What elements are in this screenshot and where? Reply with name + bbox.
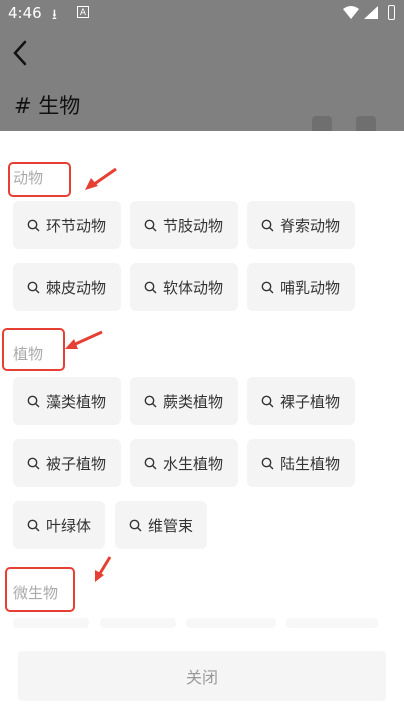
search-icon bbox=[261, 219, 274, 231]
search-icon bbox=[144, 457, 157, 469]
tag-chip-label: 蕨类植物 bbox=[163, 392, 224, 411]
tag-chip-label: 哺乳动物 bbox=[280, 278, 341, 297]
wifi-icon bbox=[343, 6, 359, 19]
search-icon bbox=[261, 281, 274, 293]
annotation-arrow-icon bbox=[95, 556, 112, 582]
tag-chip[interactable]: 脊索动物 bbox=[247, 201, 355, 249]
tag-chip-placeholder bbox=[13, 618, 89, 628]
close-button[interactable]: 关闭 bbox=[18, 651, 386, 701]
search-icon bbox=[144, 395, 157, 407]
tag-chip-label: 陆生植物 bbox=[280, 454, 341, 473]
status-bar: 4:46 ⭳ A bbox=[0, 0, 404, 26]
back-arrow-icon[interactable] bbox=[12, 40, 28, 66]
tag-chip-label: 裸子植物 bbox=[280, 392, 341, 411]
tag-chip-label: 藻类植物 bbox=[46, 392, 107, 411]
tag-chip[interactable]: 蕨类植物 bbox=[130, 377, 238, 425]
tag-chip[interactable]: 藻类植物 bbox=[13, 377, 121, 425]
search-icon bbox=[27, 219, 40, 231]
tag-chip[interactable]: 陆生植物 bbox=[247, 439, 355, 487]
close-button-label: 关闭 bbox=[185, 668, 218, 687]
tag-chip[interactable]: 水生植物 bbox=[130, 439, 238, 487]
search-icon bbox=[129, 519, 142, 531]
highlight-box bbox=[8, 162, 71, 197]
search-icon bbox=[261, 395, 274, 407]
tag-chip[interactable]: 维管束 bbox=[115, 501, 207, 549]
tag-chip[interactable]: 哺乳动物 bbox=[247, 263, 355, 311]
search-icon bbox=[27, 281, 40, 293]
search-icon bbox=[27, 395, 40, 407]
tag-chip-label: 棘皮动物 bbox=[46, 278, 107, 297]
tag-chip-label: 水生植物 bbox=[163, 454, 224, 473]
tag-chip[interactable]: 软体动物 bbox=[130, 263, 238, 311]
page-title: # 生物 bbox=[14, 94, 81, 118]
app-notification-icon: A bbox=[77, 6, 89, 18]
search-icon bbox=[144, 281, 157, 293]
tag-chip[interactable]: 环节动物 bbox=[13, 201, 121, 249]
signal-icon bbox=[364, 6, 378, 19]
tag-chip[interactable]: 棘皮动物 bbox=[13, 263, 121, 311]
annotation-arrow-icon bbox=[85, 167, 117, 190]
tag-chip-label: 被子植物 bbox=[46, 454, 107, 473]
tag-chip[interactable]: 被子植物 bbox=[13, 439, 121, 487]
tag-chip-label: 脊索动物 bbox=[280, 216, 341, 235]
tag-chip[interactable]: 叶绿体 bbox=[13, 501, 105, 549]
battery-icon bbox=[388, 5, 395, 20]
page-header: # 生物 bbox=[0, 26, 404, 140]
annotation-arrow-icon bbox=[65, 330, 103, 349]
tag-chip[interactable]: 节肢动物 bbox=[130, 201, 238, 249]
tag-chip-placeholder bbox=[100, 618, 176, 628]
search-icon bbox=[261, 457, 274, 469]
tag-chip-label: 维管束 bbox=[148, 516, 194, 535]
tag-chip[interactable]: 裸子植物 bbox=[247, 377, 355, 425]
download-icon: ⭳ bbox=[52, 7, 57, 23]
search-icon bbox=[144, 219, 157, 231]
search-icon bbox=[27, 519, 40, 531]
status-time: 4:46 bbox=[8, 4, 42, 22]
search-icon bbox=[27, 457, 40, 469]
tag-sheet: 动物 环节动物 节肢动物 脊索动物 棘皮动物 软体动物 哺乳动物 植物 藻类植物 bbox=[0, 131, 404, 718]
tag-chip-label: 叶绿体 bbox=[46, 516, 92, 535]
tag-chip-label: 软体动物 bbox=[163, 278, 224, 297]
tag-chip-placeholder bbox=[286, 618, 378, 628]
tag-chip-placeholder bbox=[186, 618, 276, 628]
highlight-box bbox=[5, 567, 75, 612]
tag-chip-label: 环节动物 bbox=[46, 216, 107, 235]
highlight-box bbox=[2, 328, 65, 371]
tag-chip-label: 节肢动物 bbox=[163, 216, 224, 235]
